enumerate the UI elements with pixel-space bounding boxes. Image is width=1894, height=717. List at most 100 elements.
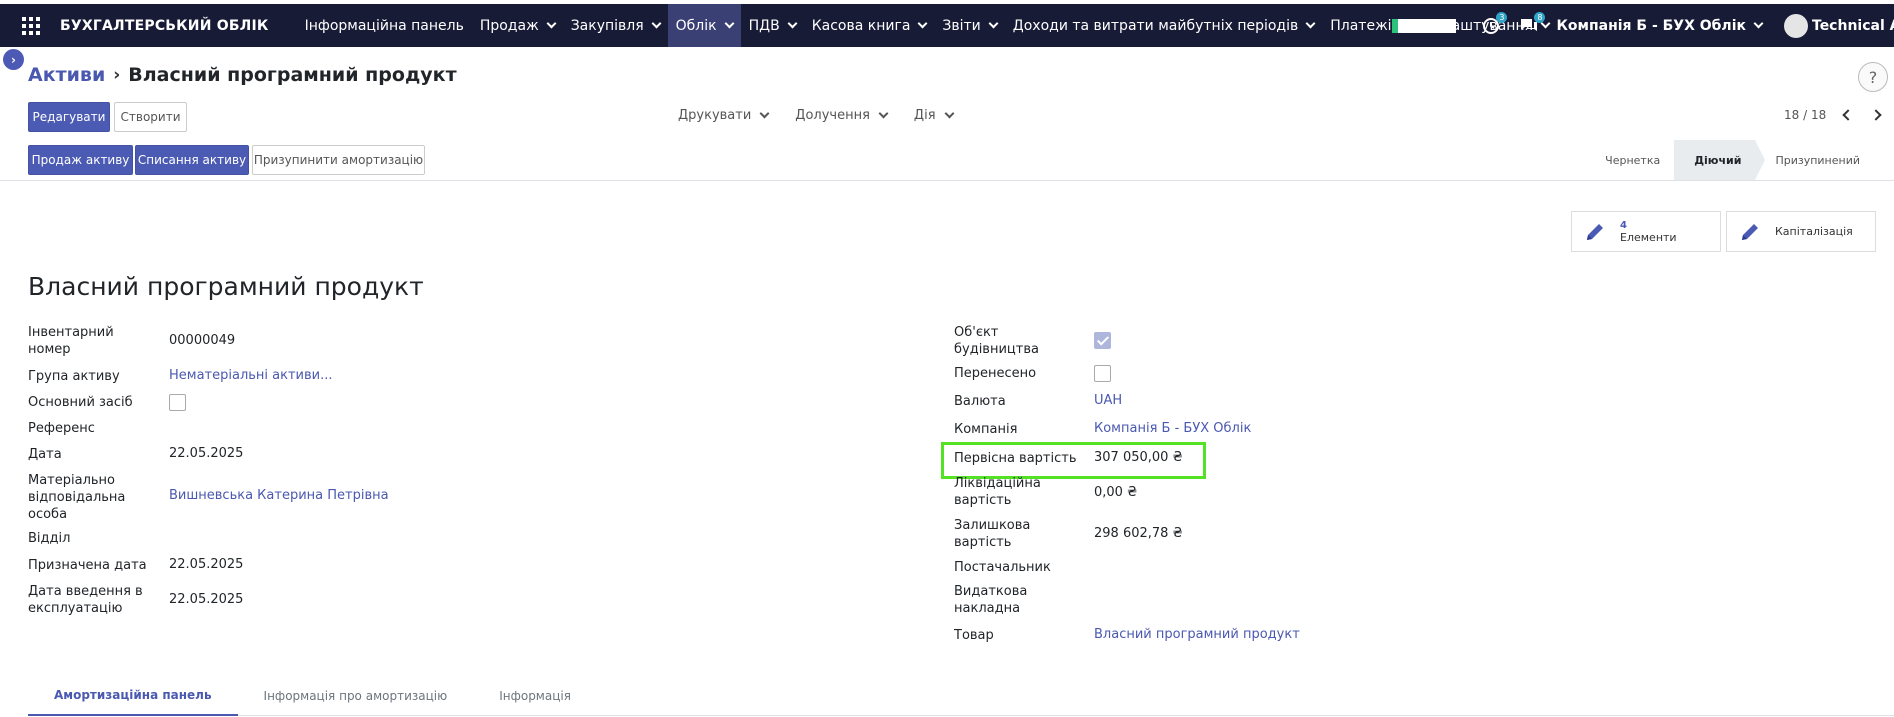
pager-value[interactable]: 18 / 18	[1784, 108, 1826, 122]
currency-label: Валюта	[954, 394, 1006, 409]
edit-button[interactable]: Редагувати	[28, 102, 110, 132]
product-label: Товар	[954, 628, 994, 643]
transferred-checkbox[interactable]	[1094, 365, 1111, 382]
fixed-asset-label: Основний засіб	[28, 395, 133, 410]
chevron-down-icon	[546, 18, 557, 29]
tab-info[interactable]: Інформація	[473, 676, 597, 716]
chevron-down-icon	[1753, 18, 1764, 29]
assigned-date-label: Призначена дата	[28, 558, 147, 573]
stage-paused[interactable]: Призупинений	[1755, 140, 1874, 180]
app-brand[interactable]: БУХГАЛТЕРСЬКИЙ ОБЛІК	[60, 18, 269, 34]
elements-label: Елементи	[1620, 230, 1677, 244]
chevron-down-icon	[1305, 18, 1316, 29]
menu-item-dashboard[interactable]: Інформаційна панель	[297, 4, 472, 47]
menu-item-reports[interactable]: Звіти	[934, 4, 1004, 47]
salvage-value-label: Ліквідаційна вартість	[954, 476, 1041, 508]
activity-badge: 3	[1496, 11, 1508, 23]
stage-running[interactable]: Діючий	[1674, 140, 1766, 180]
navbar-systray: 3 8 Компанія Б - БУХ Облік Technical Adr	[1392, 4, 1894, 47]
stage-draft[interactable]: Чернетка	[1585, 140, 1674, 180]
reference-label: Референс	[28, 421, 95, 436]
fixed-asset-checkbox[interactable]	[169, 394, 186, 411]
form-statusbar: Продаж активу Списання активу Призупинит…	[0, 140, 1894, 181]
chevron-down-icon	[878, 108, 889, 119]
breadcrumb-separator-icon: ›	[113, 65, 121, 85]
top-navbar: БУХГАЛТЕРСЬКИЙ ОБЛІК Інформаційна панель…	[0, 4, 1894, 47]
sell-asset-button[interactable]: Продаж активу	[28, 145, 133, 175]
date-value: 22.05.2025	[169, 446, 244, 461]
tab-depreciation-board[interactable]: Амортизаційна панель	[28, 676, 238, 716]
create-button[interactable]: Створити	[114, 102, 187, 132]
attachments-dropdown[interactable]: Долучення	[795, 108, 889, 123]
company-label: Компанія	[954, 422, 1018, 437]
menu-item-deferred[interactable]: Доходи та витрати майбутніх періодів	[1005, 4, 1322, 47]
residual-value-label: Залишкова вартість	[954, 518, 1031, 550]
commissioning-date-label: Дата введення в експлуатацію	[28, 584, 143, 616]
responsible-link[interactable]: Вишневська Катерина Петрівна	[169, 488, 389, 503]
messages-badge: 8	[1534, 11, 1546, 23]
main-menu: Інформаційна панель Продаж Закупівля Обл…	[297, 4, 1557, 47]
construction-label: Об'єкт будівництва	[954, 325, 1039, 357]
menu-item-purchases[interactable]: Закупівля	[563, 4, 668, 47]
inventory-number-label: Інвентарний номер	[28, 325, 114, 357]
menu-item-vat[interactable]: ПДВ	[741, 4, 804, 47]
assigned-date-value: 22.05.2025	[169, 557, 244, 572]
chevron-down-icon	[724, 18, 735, 29]
sidebar-toggle-icon[interactable]: ›	[3, 49, 24, 70]
elements-smart-button[interactable]: 4 Елементи	[1571, 211, 1721, 252]
asset-group-label: Група активу	[28, 369, 120, 384]
menu-item-sales[interactable]: Продаж	[472, 4, 563, 47]
company-link[interactable]: Компанія Б - БУХ Облік	[1094, 421, 1251, 436]
pager-prev-icon[interactable]	[1842, 109, 1854, 121]
capitalization-smart-button[interactable]: Капіталізація	[1726, 211, 1876, 252]
notebook-tabs: Амортизаційна панель Інформація про амор…	[28, 676, 1894, 716]
status-indicator	[1392, 18, 1457, 33]
pager: 18 / 18	[1784, 108, 1882, 122]
pencil-icon	[1587, 223, 1603, 240]
invoice-label: Видаткова накладна	[954, 584, 1028, 616]
capitalization-label: Капіталізація	[1775, 225, 1853, 238]
print-dropdown[interactable]: Друкувати	[678, 108, 770, 123]
status-stages: Чернетка Діючий Призупинений	[1585, 140, 1874, 180]
transferred-label: Перенесено	[954, 366, 1037, 381]
construction-checkbox[interactable]	[1094, 332, 1111, 349]
chevron-down-icon	[988, 18, 999, 29]
chevron-down-icon	[787, 18, 798, 29]
department-label: Відділ	[28, 531, 71, 546]
company-switcher[interactable]: Компанія Б - БУХ Облік	[1556, 18, 1764, 34]
asset-group-link[interactable]: Нематеріальні активи...	[169, 368, 333, 383]
responsible-label: Матеріально відповідальна особа	[28, 473, 126, 522]
elements-count: 4	[1620, 219, 1627, 231]
breadcrumb-current: Власний програмний продукт	[128, 64, 457, 86]
vendor-label: Постачальник	[954, 560, 1051, 575]
apps-menu-icon[interactable]	[8, 4, 54, 47]
menu-item-cash-book[interactable]: Касова книга	[804, 4, 935, 47]
action-dropdowns: Друкувати Долучення Дія	[678, 108, 980, 123]
date-label: Дата	[28, 447, 62, 462]
record-title: Власний програмний продукт	[28, 272, 424, 301]
pause-depreciation-button[interactable]: Призупинити амортизацію	[252, 145, 425, 175]
pencil-icon	[1742, 223, 1758, 240]
currency-link[interactable]: UAH	[1094, 393, 1122, 408]
breadcrumb: Активи › Власний програмний продукт	[28, 64, 457, 86]
tab-depreciation-info[interactable]: Інформація про амортизацію	[238, 676, 474, 716]
product-link[interactable]: Власний програмний продукт	[1094, 627, 1300, 642]
chevron-down-icon	[917, 18, 928, 29]
salvage-value: 0,00 ₴	[1094, 485, 1138, 500]
menu-item-accounting[interactable]: Облік	[667, 4, 741, 47]
dispose-asset-button[interactable]: Списання активу	[135, 145, 249, 175]
messages-chat-icon[interactable]: 8	[1518, 11, 1546, 37]
inventory-number-value: 00000049	[169, 333, 236, 348]
pager-next-icon[interactable]	[1870, 109, 1882, 121]
chevron-down-icon	[944, 108, 954, 119]
action-dropdown[interactable]: Дія	[914, 108, 954, 123]
user-menu[interactable]: Technical Adr	[1784, 13, 1894, 38]
activity-clock-icon[interactable]: 3	[1480, 11, 1508, 37]
chevron-down-icon	[651, 18, 662, 29]
residual-value: 298 602,78 ₴	[1094, 526, 1183, 541]
breadcrumb-parent-link[interactable]: Активи	[28, 64, 105, 86]
chevron-down-icon	[759, 108, 770, 119]
help-button[interactable]: ?	[1858, 62, 1888, 92]
highlight-box	[941, 442, 1206, 479]
avatar	[1784, 13, 1808, 38]
